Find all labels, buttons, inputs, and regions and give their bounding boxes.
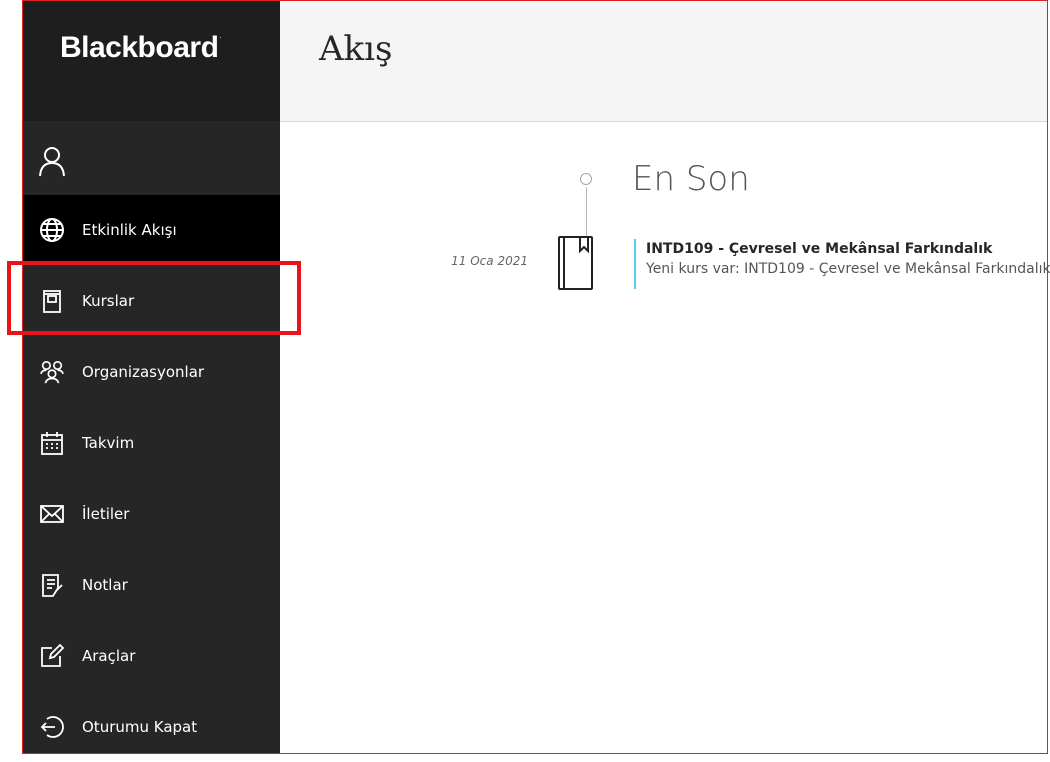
sidebar-item-activity-stream[interactable]: Etkinlik Akışı xyxy=(23,195,280,265)
envelope-icon xyxy=(38,500,66,528)
main-content: Akış En Son 11 Oca 2021 INTD109 - Çevres… xyxy=(280,1,1050,754)
sidebar-item-label: Araçlar xyxy=(82,647,136,665)
brand-header: Blackboard. xyxy=(23,1,280,121)
courses-highlight-box xyxy=(7,261,301,335)
stream-item-subtitle: Yeni kurs var: INTD109 - Çevresel ve Mek… xyxy=(646,261,1050,277)
profile-button[interactable] xyxy=(23,125,280,195)
sidebar-item-label: Oturumu Kapat xyxy=(82,718,198,736)
sidebar-item-label: İletiler xyxy=(82,505,130,523)
page-title: Akış xyxy=(319,29,393,69)
section-title: En Son xyxy=(632,159,750,199)
globe-icon xyxy=(38,216,66,244)
page-header: Akış xyxy=(280,1,1048,122)
sidebar-item-grades[interactable]: Notlar xyxy=(23,550,280,620)
stream-item-date: 11 Oca 2021 xyxy=(451,254,528,268)
timeline-dot xyxy=(580,173,592,185)
calendar-icon xyxy=(38,429,66,457)
organizations-icon xyxy=(38,358,66,386)
course-book-icon xyxy=(558,236,593,290)
sidebar-item-calendar[interactable]: Takvim xyxy=(23,408,280,478)
stream-item-title[interactable]: INTD109 - Çevresel ve Mekânsal Farkındal… xyxy=(646,239,1050,259)
sidebar-item-label: Notlar xyxy=(82,576,128,594)
user-icon xyxy=(39,147,65,177)
tools-icon xyxy=(38,642,66,670)
sidebar-item-tools[interactable]: Araçlar xyxy=(23,621,280,691)
logout-icon xyxy=(38,713,66,741)
sidebar-item-organizations[interactable]: Organizasyonlar xyxy=(23,337,280,407)
sidebar-item-logout[interactable]: Oturumu Kapat xyxy=(23,692,280,762)
stream-item[interactable]: INTD109 - Çevresel ve Mekânsal Farkındal… xyxy=(634,239,1050,289)
grades-icon xyxy=(38,571,66,599)
sidebar-item-label: Organizasyonlar xyxy=(82,363,205,381)
sidebar: Blackboard. Etkinlik Akışı Kurslar Organ… xyxy=(23,1,280,754)
sidebar-item-label: Etkinlik Akışı xyxy=(82,221,177,239)
sidebar-item-messages[interactable]: İletiler xyxy=(23,479,280,549)
sidebar-item-label: Takvim xyxy=(82,434,135,452)
brand-logo[interactable]: Blackboard. xyxy=(60,31,222,65)
